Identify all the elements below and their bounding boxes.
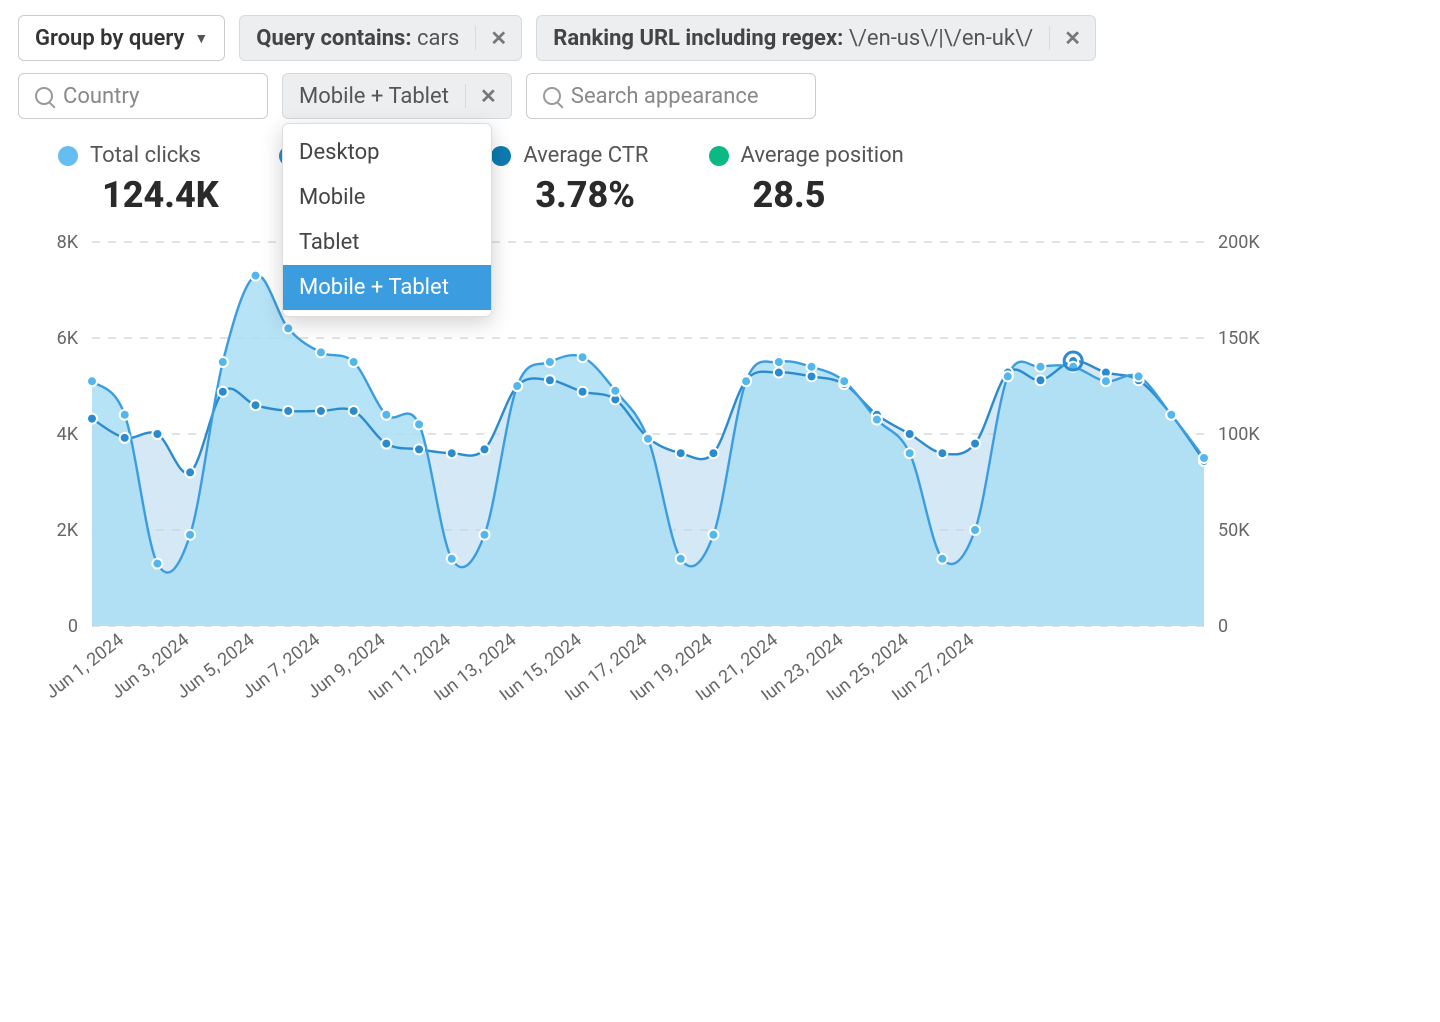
device-option[interactable]: Desktop: [283, 130, 491, 175]
metric[interactable]: Total clicks 124.4K: [58, 143, 219, 216]
metric-value: 28.5: [753, 174, 904, 216]
svg-text:6K: 6K: [57, 328, 79, 349]
filter-chip-url[interactable]: Ranking URL including regex: \/en-us\/|\…: [536, 15, 1096, 61]
chart-container: 02K4K6K8K050K100K150K200KJun 1, 2024Jun …: [18, 230, 1274, 700]
metrics-row: Total clicks124.4KImpressionsAverage CTR…: [58, 143, 1422, 216]
caret-down-icon: ▼: [194, 30, 208, 47]
country-placeholder: Country: [63, 84, 139, 109]
device-dropdown-panel: DesktopMobileTabletMobile + Tablet: [282, 123, 492, 317]
group-by-dropdown[interactable]: Group by query ▼: [18, 15, 225, 61]
filter-chip-query-text: Query contains: cars: [240, 26, 475, 51]
filter-chip-device[interactable]: Mobile + Tablet ✕: [282, 73, 512, 119]
svg-text:8K: 8K: [57, 232, 79, 253]
svg-text:50K: 50K: [1218, 520, 1250, 541]
metric-dot-icon: [491, 146, 511, 166]
svg-text:0: 0: [68, 616, 78, 637]
filter-chip-query[interactable]: Query contains: cars ✕: [239, 15, 522, 61]
remove-device-filter-button[interactable]: ✕: [465, 84, 511, 108]
search-icon: [35, 87, 53, 105]
metric[interactable]: Average CTR 3.78%: [491, 143, 648, 216]
metric-label: Average position: [741, 143, 904, 168]
svg-text:0: 0: [1218, 616, 1228, 637]
metric-label: Average CTR: [523, 143, 648, 168]
metric-label: Total clicks: [90, 143, 201, 168]
metric-value: 124.4K: [102, 174, 219, 216]
filter-chip-url-text: Ranking URL including regex: \/en-us\/|\…: [537, 26, 1049, 51]
svg-text:200K: 200K: [1218, 232, 1260, 253]
filter-row-1: Group by query ▼ Query contains: cars ✕ …: [18, 15, 1422, 61]
chart-svg: 02K4K6K8K050K100K150K200KJun 1, 2024Jun …: [18, 230, 1274, 700]
metric-dot-icon: [709, 146, 729, 166]
device-option[interactable]: Mobile + Tablet: [283, 265, 491, 310]
search-appearance-placeholder: Search appearance: [571, 84, 759, 109]
device-option[interactable]: Tablet: [283, 220, 491, 265]
search-icon: [543, 87, 561, 105]
device-filter-wrapper: Mobile + Tablet ✕ DesktopMobileTabletMob…: [282, 73, 512, 119]
remove-url-filter-button[interactable]: ✕: [1049, 26, 1095, 50]
search-appearance-input[interactable]: Search appearance: [526, 73, 816, 119]
group-by-label: Group by query: [35, 26, 184, 51]
metric-dot-icon: [58, 146, 78, 166]
device-option[interactable]: Mobile: [283, 175, 491, 220]
country-filter-input[interactable]: Country: [18, 73, 268, 119]
svg-text:4K: 4K: [57, 424, 79, 445]
metric[interactable]: Average position 28.5: [709, 143, 904, 216]
svg-text:2K: 2K: [57, 520, 79, 541]
filter-row-2: Country Mobile + Tablet ✕ DesktopMobileT…: [18, 73, 1422, 119]
device-filter-label: Mobile + Tablet: [283, 84, 465, 109]
metric-value: 3.78%: [535, 174, 648, 216]
remove-query-filter-button[interactable]: ✕: [475, 26, 521, 50]
svg-text:100K: 100K: [1218, 424, 1260, 445]
svg-text:150K: 150K: [1218, 328, 1260, 349]
